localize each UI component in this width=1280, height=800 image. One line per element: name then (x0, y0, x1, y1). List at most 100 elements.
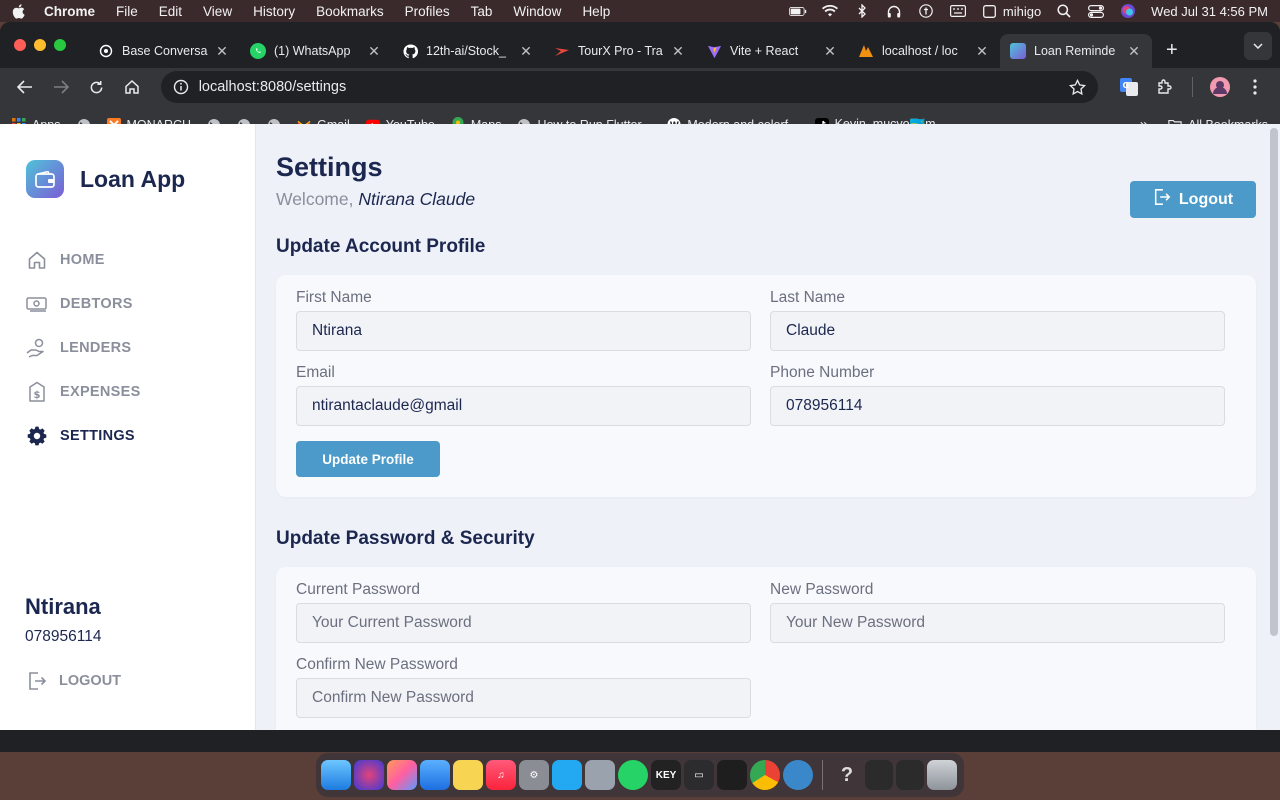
minimized-window-1[interactable] (865, 760, 893, 790)
keyboard-icon[interactable] (949, 4, 967, 18)
last-name-input[interactable]: Claude (770, 311, 1225, 351)
menu-help[interactable]: Help (582, 4, 610, 19)
sidebar-item-lenders[interactable]: LENDERS (0, 326, 255, 370)
current-password-field-group: Current Password Your Current Password (296, 581, 751, 643)
tab-localhost-phpmyadmin[interactable]: localhost / loc ✕ (848, 34, 1000, 68)
extensions-button[interactable] (1150, 72, 1180, 102)
figma-icon[interactable] (717, 760, 747, 790)
new-tab-button[interactable]: + (1166, 39, 1178, 62)
utility-icon[interactable] (585, 760, 615, 790)
minimize-window-button[interactable] (34, 39, 46, 51)
avatar-icon (1209, 77, 1230, 97)
forward-button[interactable] (46, 72, 76, 102)
new-password-field-group: New Password Your New Password (770, 581, 1225, 643)
site-info-icon[interactable] (173, 79, 189, 95)
tab-tourx[interactable]: TourX Pro - Tra ✕ (544, 34, 696, 68)
menu-window[interactable]: Window (513, 4, 561, 19)
close-window-button[interactable] (14, 39, 26, 51)
bookmark-star-icon[interactable] (1069, 78, 1087, 96)
confirm-password-input[interactable]: Confirm New Password (296, 678, 751, 718)
logout-button[interactable]: Logout (1130, 181, 1256, 218)
proxyman-icon[interactable] (783, 760, 813, 790)
hand-money-icon (26, 337, 48, 359)
menu-edit[interactable]: Edit (159, 4, 182, 19)
translate-extension-button[interactable]: G (1114, 72, 1144, 102)
launchpad-icon[interactable] (387, 760, 417, 790)
close-tab-icon[interactable]: ✕ (822, 43, 838, 60)
chrome-dock-icon[interactable] (750, 760, 780, 790)
tab-title: 12th-ai/Stock_ (426, 44, 506, 58)
notes-icon[interactable] (453, 760, 483, 790)
close-tab-icon[interactable]: ✕ (518, 43, 534, 60)
wifi-icon[interactable] (821, 4, 839, 18)
minimized-window-2[interactable] (896, 760, 924, 790)
first-name-field-group: First Name Ntirana (296, 289, 751, 351)
close-tab-icon[interactable]: ✕ (366, 43, 382, 60)
user-switcher[interactable]: mihigo (981, 4, 1041, 19)
sidebar-item-home[interactable]: HOME (0, 238, 255, 282)
home-button[interactable] (117, 72, 147, 102)
current-password-input[interactable]: Your Current Password (296, 603, 751, 643)
control-center-icon[interactable] (1087, 4, 1105, 18)
headphones-icon[interactable] (885, 4, 903, 18)
tab-search-button[interactable] (1244, 32, 1272, 60)
new-password-input[interactable]: Your New Password (770, 603, 1225, 643)
music-icon[interactable]: ♫ (486, 760, 516, 790)
browser-menu-button[interactable] (1240, 72, 1270, 102)
back-button[interactable] (10, 72, 40, 102)
trash-icon[interactable] (927, 760, 957, 790)
spotlight-search-icon[interactable] (1055, 4, 1073, 18)
tab-whatsapp[interactable]: (1) WhatsApp ✕ (240, 34, 392, 68)
mail-icon[interactable] (420, 760, 450, 790)
battery-icon[interactable] (788, 4, 807, 18)
window-icon[interactable]: ▭ (684, 760, 714, 790)
phone-field-group: Phone Number 078956114 (770, 364, 1225, 426)
tab-title: Vite + React (730, 44, 799, 58)
menu-view[interactable]: View (203, 4, 232, 19)
sidebar-logout[interactable]: LOGOUT (26, 670, 121, 692)
finder-icon[interactable] (321, 760, 351, 790)
close-tab-icon[interactable]: ✕ (1126, 43, 1142, 60)
email-input[interactable]: ntirantaclaude@gmail (296, 386, 751, 426)
keychain-icon[interactable]: KEY (651, 760, 681, 790)
address-bar[interactable]: localhost:8080/settings (160, 71, 1099, 103)
loan-app-page: Loan App HOME DEBTORS LENDERS $ EXPENSES… (0, 124, 1280, 730)
menu-app-name[interactable]: Chrome (44, 4, 95, 19)
zoom-window-button[interactable] (54, 39, 66, 51)
sidebar-logout-label: LOGOUT (59, 673, 122, 689)
menu-history[interactable]: History (253, 4, 295, 19)
profile-avatar-button[interactable] (1205, 72, 1235, 102)
close-tab-icon[interactable]: ✕ (214, 43, 230, 60)
tab-title: localhost / loc (882, 44, 958, 58)
tab-github[interactable]: 12th-ai/Stock_ ✕ (392, 34, 544, 68)
help-icon[interactable]: ? (832, 760, 862, 790)
tab-base-conversa[interactable]: Base Conversa ✕ (88, 34, 240, 68)
phone-input[interactable]: 078956114 (770, 386, 1225, 426)
menu-bookmarks[interactable]: Bookmarks (316, 4, 384, 19)
sidebar-user-phone: 078956114 (25, 628, 102, 645)
menu-tab[interactable]: Tab (471, 4, 493, 19)
sidebar-item-settings[interactable]: SETTINGS (0, 414, 255, 458)
tab-loan-reminder[interactable]: Loan Reminde ✕ (1000, 34, 1152, 68)
brand[interactable]: Loan App (0, 124, 255, 198)
close-tab-icon[interactable]: ✕ (670, 43, 686, 60)
siri-icon[interactable] (1119, 4, 1137, 18)
tab-vite[interactable]: Vite + React ✕ (696, 34, 848, 68)
sidebar-item-debtors[interactable]: DEBTORS (0, 282, 255, 326)
close-tab-icon[interactable]: ✕ (974, 43, 990, 60)
menu-profiles[interactable]: Profiles (405, 4, 450, 19)
system-settings-icon[interactable]: ⚙ (519, 760, 549, 790)
whatsapp-dock-icon[interactable] (618, 760, 648, 790)
menu-file[interactable]: File (116, 4, 138, 19)
page-scrollbar[interactable] (1270, 128, 1278, 636)
sidebar-item-expenses[interactable]: $ EXPENSES (0, 370, 255, 414)
siri-dock-icon[interactable] (354, 760, 384, 790)
vscode-icon[interactable] (552, 760, 582, 790)
bluetooth-icon[interactable] (853, 4, 871, 18)
menubar-clock[interactable]: Wed Jul 31 4:56 PM (1151, 4, 1268, 19)
accessibility-icon[interactable] (917, 4, 935, 18)
first-name-input[interactable]: Ntirana (296, 311, 751, 351)
update-profile-button[interactable]: Update Profile (296, 441, 440, 477)
apple-icon[interactable] (12, 3, 26, 19)
reload-button[interactable] (81, 72, 111, 102)
